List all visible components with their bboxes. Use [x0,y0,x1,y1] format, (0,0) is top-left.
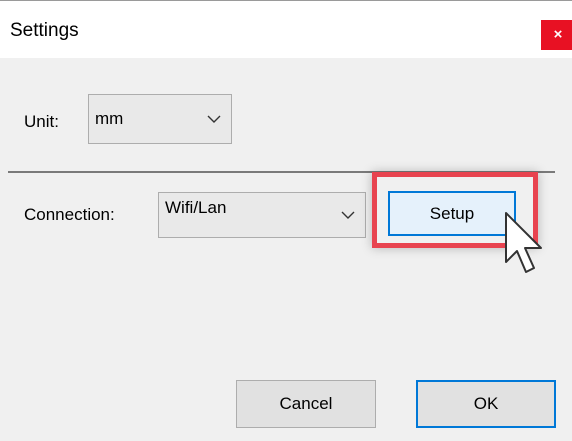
connection-select-value: Wifi/Lan [165,198,227,217]
cancel-button-label: Cancel [279,394,333,413]
window-title: Settings [10,20,79,41]
unit-select[interactable]: mm [88,94,232,144]
ok-button[interactable]: OK [416,380,556,428]
ok-button-label: OK [473,394,499,413]
unit-label: Unit: [24,112,59,131]
close-icon: × [553,26,563,43]
close-button[interactable]: × [541,20,572,50]
cancel-button[interactable]: Cancel [236,380,376,428]
title-bar: Settings × [0,6,572,58]
chevron-down-icon [341,211,355,219]
setup-button[interactable]: Setup [388,191,516,236]
unit-select-value: mm [95,109,124,128]
settings-dialog: Settings × Unit: mm Connection: Wifi/Lan… [0,0,572,441]
setup-button-label: Setup [429,204,475,223]
connection-label: Connection: [24,205,115,224]
connection-select[interactable]: Wifi/Lan [158,192,366,238]
mouse-pointer-icon [505,212,542,273]
chevron-down-icon [207,115,221,123]
window-top-border [0,0,572,1]
